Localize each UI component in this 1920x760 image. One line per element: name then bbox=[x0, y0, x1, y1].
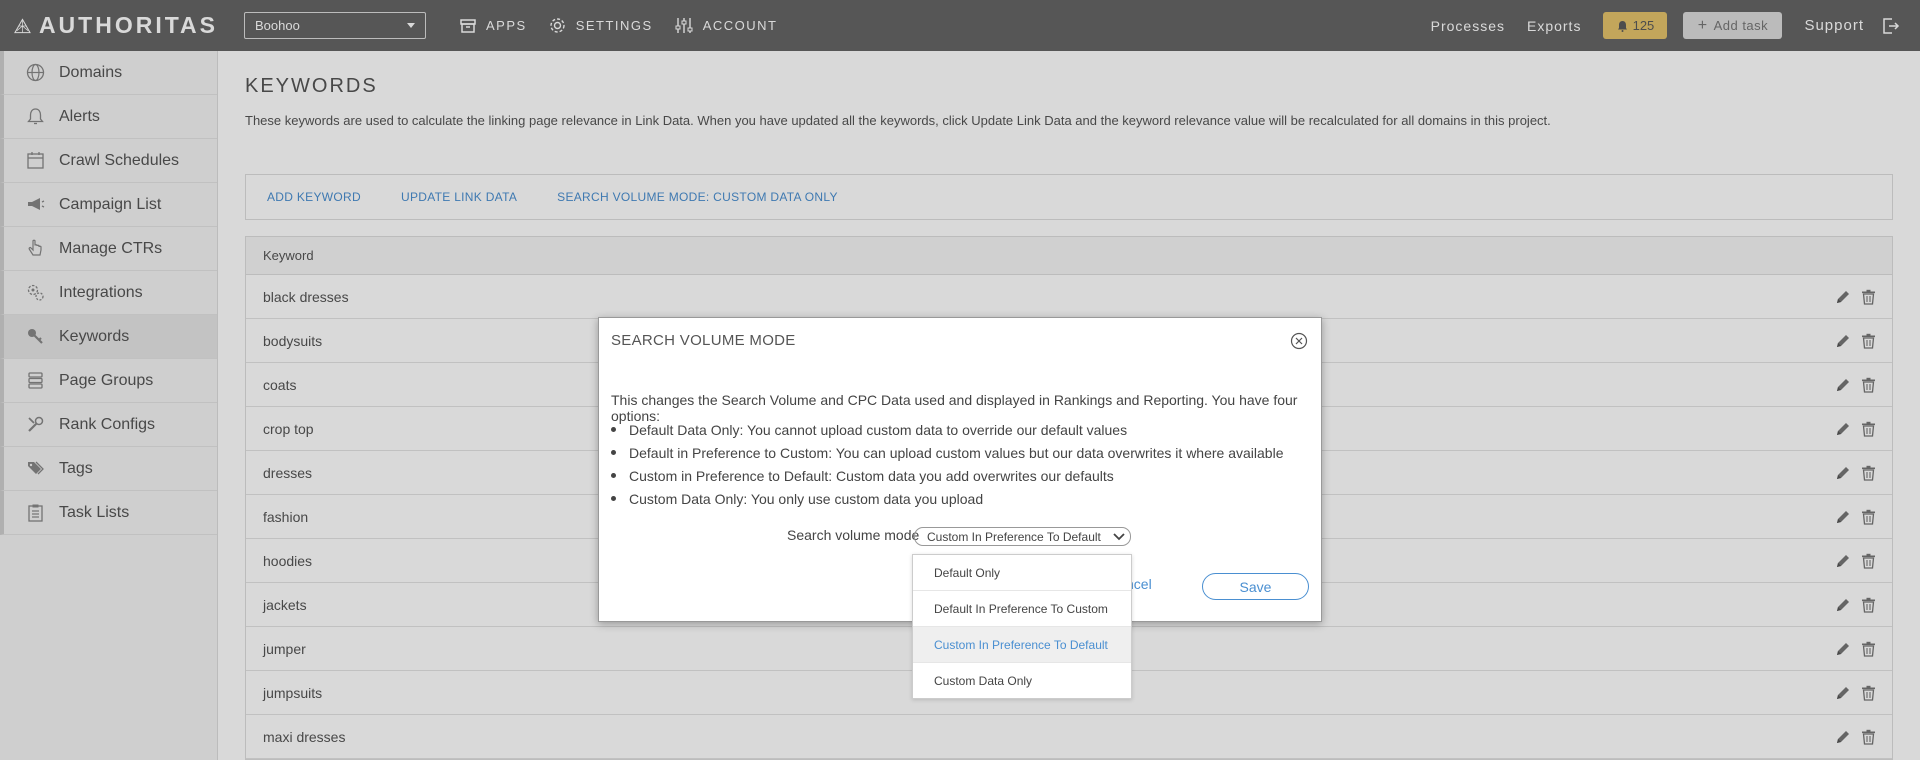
search-volume-mode-select[interactable]: Custom In Preference To Default bbox=[914, 527, 1131, 546]
dropdown-option-default-only[interactable]: Default Only bbox=[913, 555, 1131, 591]
close-icon[interactable] bbox=[1290, 332, 1308, 350]
modal-title: SEARCH VOLUME MODE bbox=[611, 332, 796, 349]
select-value: Custom In Preference To Default bbox=[927, 529, 1101, 544]
dropdown-option-custom-only[interactable]: Custom Data Only bbox=[913, 663, 1131, 699]
search-volume-mode-label: Search volume mode bbox=[787, 527, 920, 543]
option-description: Custom in Preference to Default: Custom … bbox=[611, 464, 1283, 487]
dropdown-option-custom-pref-default[interactable]: Custom In Preference To Default bbox=[913, 627, 1131, 663]
chevron-down-icon bbox=[1113, 532, 1125, 540]
dropdown-option-default-pref-custom[interactable]: Default In Preference To Custom bbox=[913, 591, 1131, 627]
modal-options-list: Default Data Only: You cannot upload cus… bbox=[611, 418, 1283, 510]
search-volume-mode-dropdown: Default Only Default In Preference To Cu… bbox=[912, 554, 1132, 699]
option-description: Default Data Only: You cannot upload cus… bbox=[611, 418, 1283, 441]
option-description: Default in Preference to Custom: You can… bbox=[611, 441, 1283, 464]
option-description: Custom Data Only: You only use custom da… bbox=[611, 487, 1283, 510]
save-button[interactable]: Save bbox=[1202, 573, 1309, 600]
